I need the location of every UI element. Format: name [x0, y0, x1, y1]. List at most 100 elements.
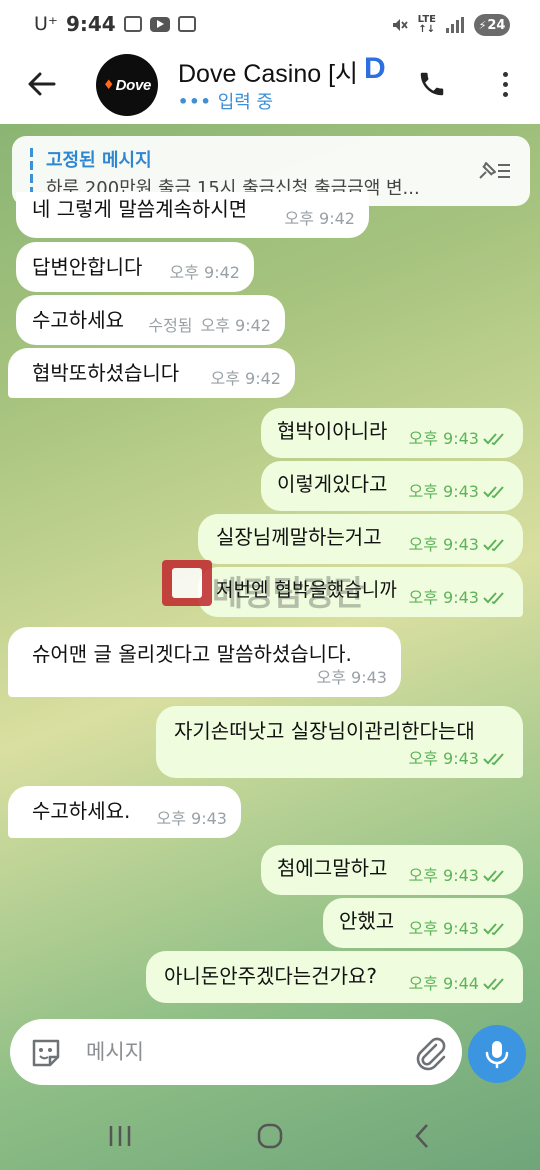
double-check-icon: [483, 592, 504, 605]
message-incoming[interactable]: 슈어맨 글 올리겟다고 말씀하셨습니다. 오후 9:43: [8, 627, 401, 697]
phone-icon: [420, 72, 444, 96]
typing-label: 입력 중: [217, 92, 274, 113]
battery-level: 24: [487, 17, 506, 33]
clock: 9:44: [65, 12, 116, 36]
back-button[interactable]: [24, 66, 60, 102]
chat-title[interactable]: Dove Casino [시: [178, 54, 368, 90]
pin-list-icon[interactable]: [474, 156, 514, 186]
nav-back-button[interactable]: [402, 1120, 442, 1152]
message-text: 네 그렇게 말씀계속하시면: [32, 197, 248, 221]
message-time: 오후 9:42: [169, 263, 240, 282]
home-button[interactable]: [250, 1120, 290, 1152]
message-outgoing[interactable]: 첨에그말하고 오후 9:43: [261, 845, 523, 895]
message-meta: 오후 9:43: [409, 865, 509, 887]
pinned-title: 고정된 메시지: [46, 150, 152, 171]
title-badge: D: [364, 52, 386, 85]
message-incoming[interactable]: 답변안합니다 오후 9:42: [16, 242, 254, 292]
message-text: 답변안합니다: [32, 255, 143, 279]
status-left: U⁺ 9:44: [34, 12, 196, 36]
gallery-icon: [177, 16, 196, 32]
message-outgoing[interactable]: 자기손떠낫고 실장님이관리한다는대 오후 9:43: [156, 706, 523, 778]
double-check-icon: [483, 539, 504, 552]
microphone-icon: [485, 1041, 509, 1069]
avatar[interactable]: ♦ Dove: [96, 54, 158, 116]
flame-icon: ♦: [102, 77, 115, 93]
youtube-icon: [149, 16, 170, 32]
voice-record-button[interactable]: [468, 1025, 526, 1083]
message-time: 오후 9:43: [408, 588, 479, 607]
message-time: 오후 9:42: [210, 369, 281, 388]
more-dot: [502, 81, 508, 87]
message-time: 오후 9:43: [316, 668, 387, 687]
message-input[interactable]: [86, 1035, 386, 1069]
carrier-label: U⁺: [34, 13, 58, 35]
typing-dots-icon: •••: [178, 91, 212, 111]
message-time: 오후 9:43: [408, 429, 479, 448]
message-text: 협박또하셨습니다: [32, 361, 180, 385]
avatar-logo-text: Dove: [115, 76, 152, 94]
message-text: 수고하세요.: [32, 799, 131, 823]
system-nav-bar: [0, 1100, 540, 1170]
more-dot: [502, 71, 508, 77]
chevron-left-icon: [415, 1124, 428, 1148]
recents-icon: [109, 1126, 131, 1146]
edited-label: 수정됨: [148, 316, 193, 335]
more-options-button[interactable]: [490, 66, 520, 102]
message-time: 오후 9:44: [408, 974, 479, 993]
message-meta: 오후 9:43: [157, 808, 227, 830]
watermark-logo-icon: [162, 560, 212, 606]
message-outgoing[interactable]: 아니돈안주겠다는건가요? 오후 9:44: [146, 951, 523, 1003]
message-text: 아니돈안주겠다는건가요?: [164, 964, 378, 988]
watermark: 베팅탐정단: [162, 556, 382, 614]
battery-charging-icon: ⚡ 24: [474, 14, 510, 36]
message-time: 오후 9:43: [408, 535, 479, 554]
message-incoming[interactable]: 수고하세요. 오후 9:43: [8, 786, 241, 838]
message-meta: 오후 9:42: [285, 208, 355, 230]
message-time: 오후 9:42: [284, 209, 355, 228]
message-meta: 오후 9:43: [409, 587, 509, 609]
message-time: 오후 9:43: [156, 809, 227, 828]
paperclip-icon[interactable]: [410, 1033, 450, 1073]
double-check-icon: [483, 923, 504, 936]
message-meta: 오후 9:44: [409, 973, 509, 995]
message-time: 오후 9:43: [408, 749, 479, 768]
message-composer: [10, 1019, 462, 1085]
message-time: 오후 9:43: [408, 919, 479, 938]
message-text: 수고하세요: [32, 308, 124, 332]
message-time: 오후 9:43: [408, 482, 479, 501]
double-check-icon: [483, 486, 504, 499]
mute-icon: [392, 19, 408, 31]
arrow-left-icon: [28, 72, 56, 96]
message-outgoing[interactable]: 안했고 오후 9:43: [323, 898, 523, 948]
recents-button[interactable]: [100, 1120, 140, 1152]
message-incoming[interactable]: 협박또하셨습니다 오후 9:42: [8, 348, 295, 398]
message-meta: 오후 9:43: [409, 481, 509, 503]
status-right: LTE ↑↓ ⚡ 24: [390, 14, 510, 36]
message-outgoing[interactable]: 이렇게있다고 오후 9:43: [261, 461, 523, 511]
double-check-icon: [483, 753, 504, 766]
message-incoming[interactable]: 네 그렇게 말씀계속하시면 오후 9:42: [16, 192, 369, 238]
message-meta: 오후 9:43: [409, 534, 509, 556]
message-meta: 오후 9:42: [211, 368, 281, 390]
home-icon: [257, 1123, 283, 1149]
sticker-icon[interactable]: [28, 1035, 64, 1071]
message-text: 안했고: [339, 909, 395, 933]
message-meta: 오후 9:43: [317, 667, 387, 689]
double-check-icon: [483, 433, 504, 446]
message-meta: 오후 9:43: [409, 918, 509, 940]
double-check-icon: [483, 978, 504, 991]
message-text: 실장님께말하는거고: [216, 525, 382, 549]
message-text: 이렇게있다고: [277, 472, 388, 496]
message-meta: 오후 9:43: [409, 748, 509, 770]
message-time: 오후 9:42: [200, 316, 271, 335]
watermark-text: 베팅탐정단: [212, 574, 364, 614]
network-label: LTE: [417, 14, 436, 25]
message-outgoing[interactable]: 협박이아니라 오후 9:43: [261, 408, 523, 458]
call-button[interactable]: [414, 66, 450, 102]
more-dot: [502, 91, 508, 97]
message-text: 자기손떠낫고 실장님이관리한다는대: [174, 719, 475, 743]
message-meta: 오후 9:42: [170, 262, 240, 284]
screenshot-icon: [123, 16, 142, 32]
message-incoming[interactable]: 수고하세요 수정됨 오후 9:42: [16, 295, 285, 345]
signal-icon: [446, 17, 464, 33]
